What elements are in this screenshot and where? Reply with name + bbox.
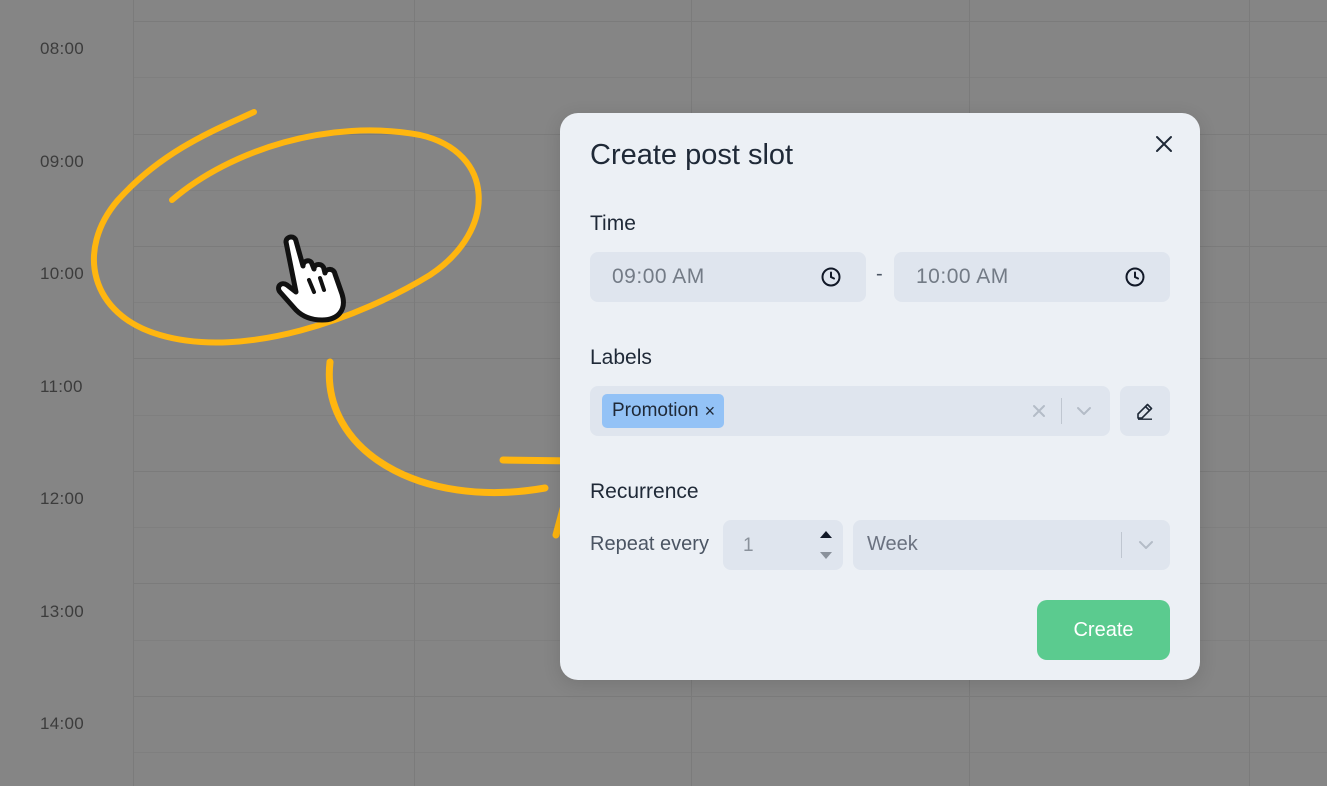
time-label-1000: 10:00 xyxy=(40,264,85,283)
edit-labels-button[interactable] xyxy=(1120,386,1170,436)
time-column: 08:00 09:00 10:00 11:00 12:00 13:00 14:0… xyxy=(0,0,134,786)
half-line xyxy=(134,752,1327,753)
start-time-field[interactable]: 09:00 AM xyxy=(590,252,866,302)
labels-select[interactable]: Promotion × xyxy=(590,386,1110,436)
repeat-every-label: Repeat every xyxy=(590,533,709,555)
end-time-value: 10:00 AM xyxy=(916,265,1009,288)
time-label-1300: 13:00 xyxy=(40,602,85,621)
half-line xyxy=(134,77,1327,78)
decrement-arrow-icon[interactable] xyxy=(818,550,834,562)
increment-arrow-icon[interactable] xyxy=(818,528,834,540)
clock-icon[interactable] xyxy=(1124,266,1146,288)
repeat-count-value: 1 xyxy=(743,535,754,556)
time-label-0800: 08:00 xyxy=(40,39,85,58)
end-time-field[interactable]: 10:00 AM xyxy=(894,252,1170,302)
pencil-icon xyxy=(1137,403,1153,420)
create-post-slot-dialog: Create post slot Time 09:00 AM - 10:00 A… xyxy=(560,113,1200,680)
time-label-1200: 12:00 xyxy=(40,489,85,508)
repeat-unit-value: Week xyxy=(867,533,918,555)
label-chip-remove-button[interactable]: × xyxy=(705,402,716,420)
clock-icon[interactable] xyxy=(820,266,842,288)
close-button[interactable] xyxy=(1152,132,1176,156)
time-separator: - xyxy=(876,263,883,285)
select-separator xyxy=(1121,532,1122,558)
hand-pointer-icon xyxy=(276,234,346,323)
day-divider xyxy=(1249,0,1250,786)
dialog-title: Create post slot xyxy=(590,139,794,171)
select-separator xyxy=(1061,398,1062,424)
close-icon xyxy=(1156,136,1172,152)
repeat-unit-select[interactable]: Week xyxy=(853,520,1170,570)
time-label-0900: 09:00 xyxy=(40,152,85,171)
label-chip-text: Promotion xyxy=(612,400,699,421)
day-divider xyxy=(414,0,415,786)
time-label-1100: 11:00 xyxy=(40,377,83,396)
clear-icon[interactable] xyxy=(1030,400,1048,422)
recurrence-section-label: Recurrence xyxy=(590,480,699,503)
label-chip-promotion: Promotion × xyxy=(602,394,725,428)
time-section-label: Time xyxy=(590,212,636,235)
create-button[interactable]: Create xyxy=(1037,600,1170,660)
time-label-1400: 14:00 xyxy=(40,714,85,733)
chevron-down-icon[interactable] xyxy=(1136,535,1156,555)
labels-section-label: Labels xyxy=(590,346,652,369)
start-time-value: 09:00 AM xyxy=(612,265,705,288)
hour-line xyxy=(134,21,1327,22)
repeat-count-stepper[interactable]: 1 xyxy=(723,520,843,570)
chevron-down-icon[interactable] xyxy=(1074,401,1094,421)
hour-line xyxy=(134,696,1327,697)
